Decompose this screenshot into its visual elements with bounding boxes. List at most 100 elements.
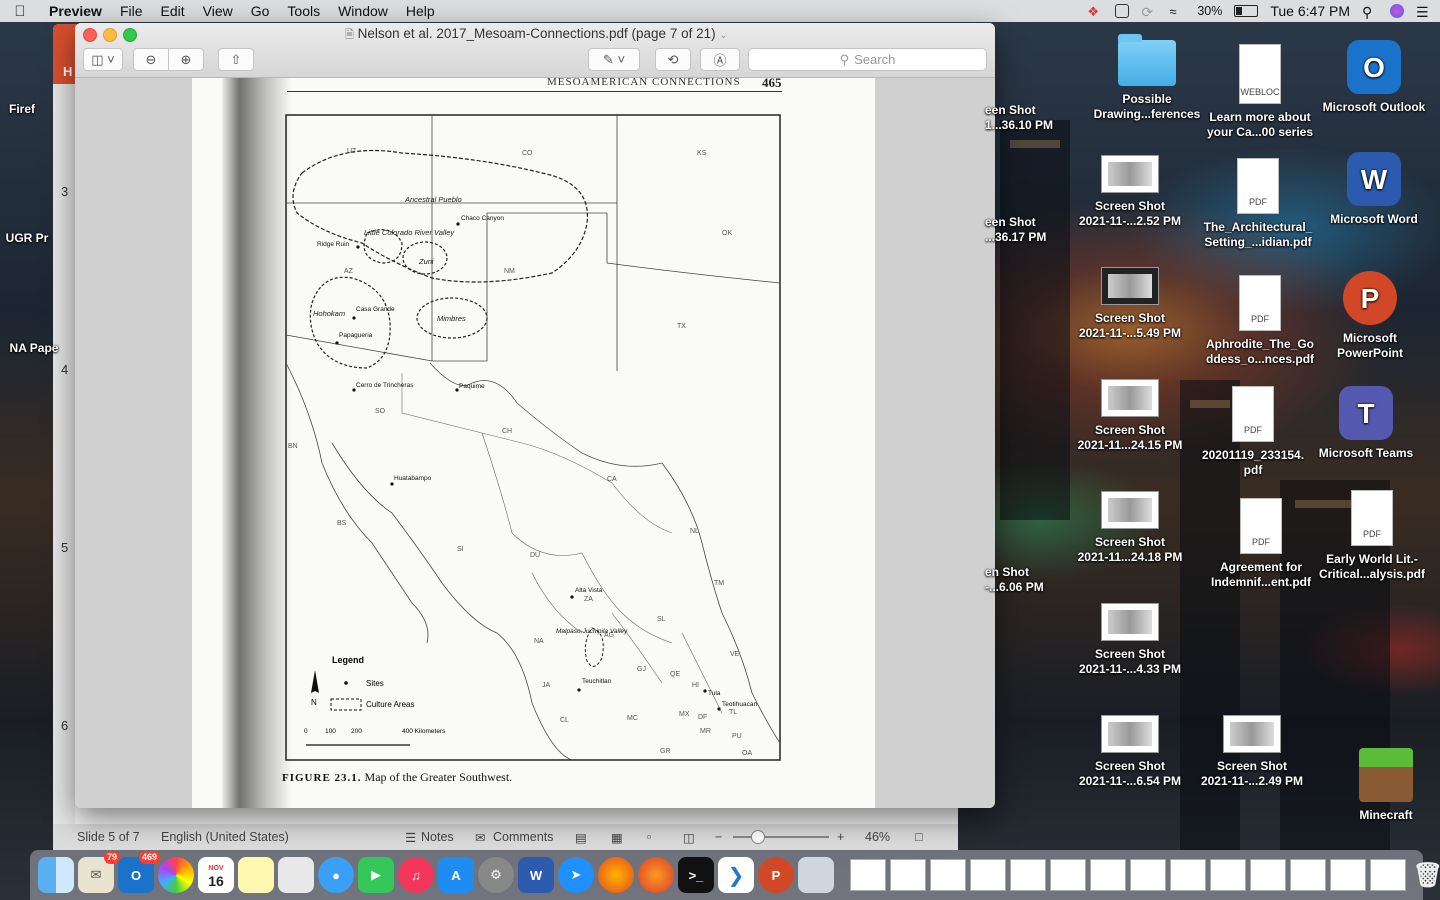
menubar-clock[interactable]: Tue 6:47 PM xyxy=(1270,3,1350,19)
menu-view[interactable]: View xyxy=(194,3,242,19)
menu-window[interactable]: Window xyxy=(329,3,397,19)
preview-dock-icon[interactable] xyxy=(798,857,834,893)
desktop-app-word[interactable]: W Microsoft Word xyxy=(1314,152,1434,227)
desktop-app-outlook[interactable]: O Microsoft Outlook xyxy=(1314,40,1434,115)
zoom-out-icon[interactable]: − xyxy=(715,830,722,844)
desktop-screenshot-5[interactable]: Screen Shot 2021-11-...4.33 PM xyxy=(1070,603,1190,677)
dock-minimized-window-5[interactable] xyxy=(1010,859,1046,891)
desktop-webloc-learn-more[interactable]: WEBLOC Learn more about your Ca...00 ser… xyxy=(1200,44,1320,140)
dock-minimized-window-14[interactable] xyxy=(1370,859,1406,891)
fit-slide-icon[interactable]: □ xyxy=(915,830,923,844)
menu-tools[interactable]: Tools xyxy=(278,3,329,19)
word-dock-icon[interactable]: W xyxy=(518,857,554,893)
minimize-button[interactable] xyxy=(103,28,117,42)
dock-minimized-window-12[interactable] xyxy=(1290,859,1326,891)
spotlight-icon[interactable]: ⚲ xyxy=(1362,4,1378,20)
zoom-in-button[interactable]: ⊕ xyxy=(168,48,204,71)
mail-icon[interactable]: ✉ 79 xyxy=(78,851,120,893)
zoom-in-icon[interactable]: + xyxy=(837,830,844,844)
rotate-button[interactable]: ⟲ xyxy=(655,48,691,71)
terminal-icon[interactable]: >_ xyxy=(678,857,714,893)
desktop-app-teams[interactable]: T Microsoft Teams xyxy=(1306,386,1426,461)
music-icon[interactable]: ♫ xyxy=(398,857,434,893)
dock-minimized-window-2[interactable] xyxy=(890,859,926,891)
drive-icon[interactable] xyxy=(1115,4,1130,18)
desktop-screenshot-partial-3[interactable]: en Shot -...6.06 PM xyxy=(985,565,1070,595)
desktop-pdf-aphrodite[interactable]: PDF Aphrodite_The_Go ddess_o...nces.pdf xyxy=(1200,275,1320,367)
desktop-item-firefox[interactable]: Firef xyxy=(0,102,82,117)
dock-minimized-window-8[interactable] xyxy=(1130,859,1166,891)
zoom-slider-knob[interactable] xyxy=(751,830,765,844)
menu-help[interactable]: Help xyxy=(397,3,444,19)
desktop-screenshot-7[interactable]: Screen Shot 2021-11-...2.49 PM xyxy=(1192,715,1312,789)
desktop-screenshot-3[interactable]: Screen Shot 2021-11...24.15 PM xyxy=(1070,379,1190,453)
document-view[interactable]: MESOAMERICAN CONNECTIONS 465 UT CO KS OK… xyxy=(75,75,995,808)
desktop-pdf-scan[interactable]: PDF 20201119_233154. pdf xyxy=(1193,386,1313,478)
desktop-pdf-agreement[interactable]: PDF Agreement for Indemnif...ent.pdf xyxy=(1201,498,1321,590)
menu-file[interactable]: File xyxy=(111,3,152,19)
desktop-screenshot-2[interactable]: Screen Shot 2021-11-...5.49 PM xyxy=(1070,267,1190,341)
siri-icon[interactable] xyxy=(1390,4,1404,18)
apple-menu-icon[interactable]:  xyxy=(0,3,40,20)
app-store-icon[interactable]: A xyxy=(438,857,474,893)
desktop-screenshot-partial-2[interactable]: een Shot ...36.17 PM xyxy=(985,215,1070,245)
desktop-screenshot-4[interactable]: Screen Shot 2021-11...24.18 PM xyxy=(1070,491,1190,565)
close-button[interactable] xyxy=(83,28,97,42)
notes-button[interactable]: Notes xyxy=(421,830,454,844)
dock-minimized-window-9[interactable] xyxy=(1170,859,1206,891)
battery-icon[interactable] xyxy=(1234,5,1259,17)
maps-icon[interactable] xyxy=(278,857,314,893)
desktop-pdf-architectural-setting[interactable]: PDF The_Architectural_ Setting_...idian.… xyxy=(1198,158,1318,250)
firefox-icon[interactable] xyxy=(598,857,634,893)
comments-icon[interactable]: ✉ xyxy=(475,830,485,845)
system-preferences-icon[interactable]: ⚙ xyxy=(478,857,514,893)
title-chevron-icon[interactable]: ⌄ xyxy=(719,30,727,41)
zoom-out-button[interactable]: ⊖ xyxy=(133,48,169,71)
desktop-item-ugr[interactable]: UGR Pr xyxy=(0,231,87,246)
dock-minimized-window-11[interactable] xyxy=(1250,859,1286,891)
powerpoint-dock-icon[interactable]: P xyxy=(758,857,794,893)
zoom-slider[interactable] xyxy=(733,836,829,838)
powerpoint-home-tab[interactable]: H xyxy=(63,64,72,79)
finder-icon[interactable] xyxy=(38,857,74,893)
calendar-icon[interactable]: NOV 16 xyxy=(198,857,234,893)
dock-minimized-window-3[interactable] xyxy=(930,859,966,891)
zoom-percent[interactable]: 46% xyxy=(865,830,890,844)
dock-minimized-window-1[interactable] xyxy=(850,859,886,891)
wifi-icon[interactable]: ≈ xyxy=(1169,4,1185,19)
facetime-icon[interactable]: ▶ xyxy=(358,857,394,893)
normal-view-icon[interactable]: ▤ xyxy=(575,830,587,845)
markup-button[interactable]: Ⓐ xyxy=(700,48,740,71)
desktop-app-powerpoint[interactable]: P Microsoft PowerPoint xyxy=(1310,271,1430,361)
desktop-item-na-papers[interactable]: NA Pape xyxy=(0,341,94,356)
search-field[interactable]: ⚲ Search xyxy=(748,48,987,71)
safari-icon[interactable]: ➤ xyxy=(558,857,594,893)
messages-icon[interactable]: ● xyxy=(318,857,354,893)
slide-number-6[interactable]: 6 xyxy=(61,718,68,733)
desktop-pdf-early-world-lit[interactable]: PDF Early World Lit.- Critical...alysis.… xyxy=(1312,490,1432,582)
desktop-screenshot-partial-1[interactable]: een Shot 1...36.10 PM xyxy=(985,103,1070,133)
dock-minimized-window-13[interactable] xyxy=(1330,859,1366,891)
slide-sorter-icon[interactable]: ▦ xyxy=(611,830,623,845)
slide-number-3[interactable]: 3 xyxy=(61,184,68,199)
outlook-dock-icon[interactable]: O 469 xyxy=(118,851,160,893)
notes-icon[interactable]: ☰ xyxy=(405,830,416,845)
photos-icon[interactable] xyxy=(158,857,194,893)
desktop-screenshot-1[interactable]: Screen Shot 2021-11-...2.52 PM xyxy=(1070,155,1190,229)
sidebar-button[interactable]: ◫ ˅ xyxy=(83,48,123,71)
reading-view-icon[interactable]: ▫ xyxy=(647,830,651,844)
language-indicator[interactable]: English (United States) xyxy=(161,830,289,844)
notes-dock-icon[interactable] xyxy=(238,857,274,893)
slideshow-icon[interactable]: ◫ xyxy=(683,830,695,845)
zoom-button[interactable] xyxy=(123,28,137,42)
notification-center-icon[interactable]: ☰ xyxy=(1416,4,1432,20)
menu-edit[interactable]: Edit xyxy=(152,3,194,19)
document-title[interactable]: Nelson et al. 2017_Mesoam-Connections.pd… xyxy=(358,26,716,41)
menu-app-preview[interactable]: Preview xyxy=(40,3,111,19)
highlight-button[interactable]: ✎ ˅ xyxy=(588,48,640,71)
dock-minimized-window-4[interactable] xyxy=(970,859,1006,891)
desktop-screenshot-6[interactable]: Screen Shot 2021-11-...6.54 PM xyxy=(1070,715,1190,789)
trash-icon[interactable]: 🗑 xyxy=(1410,857,1440,893)
desktop-app-minecraft[interactable]: Minecraft xyxy=(1326,748,1440,823)
menu-go[interactable]: Go xyxy=(242,3,279,19)
